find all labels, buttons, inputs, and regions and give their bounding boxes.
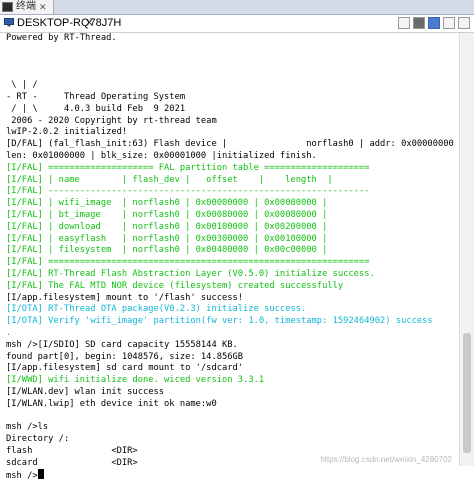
- terminal-line: Directory /:: [6, 434, 70, 445]
- terminal-line: [I/app.filesystem] sd card mount to '/sd…: [6, 363, 244, 374]
- title-close-icon[interactable]: ✕: [85, 16, 93, 31]
- terminal-icon: [2, 2, 13, 12]
- terminal-line: [I/FAL] | wifi_image | norflash0 | 0x000…: [6, 198, 328, 209]
- terminal-line: [I/WLAN.dev] wlan init success: [6, 386, 165, 397]
- terminal-line: [I/FAL] RT-Thread Flash Abstraction Laye…: [6, 268, 375, 279]
- terminal-line: msh />[I/SDIO] SD card capacity 15558144…: [6, 339, 238, 350]
- terminal-line: Powered by RT-Thread.: [6, 33, 117, 43]
- tab-terminal-label: 终端: [16, 1, 36, 12]
- terminal-toolbar: [398, 17, 470, 29]
- terminal-line: / | \ 4.0.3 build Feb 9 2021: [6, 103, 186, 114]
- terminal-line: - RT - Thread Operating System: [6, 91, 186, 102]
- terminal-line: [I/FAL] | download | norflash0 | 0x00100…: [6, 221, 328, 232]
- tab-terminal[interactable]: 终端 ✕: [0, 0, 54, 14]
- terminal-line: [I/FAL] | bt_image | norflash0 | 0x00080…: [6, 209, 328, 220]
- terminal-line: [I/WLAN.lwip] eth device init ok name:w0: [6, 398, 217, 409]
- terminal-line: len: 0x01000000 | blk_size: 0x00001000 |…: [6, 150, 317, 161]
- prompt-line: msh />: [6, 469, 454, 481]
- terminal-line: [I/FAL] | name | flash_dev | offset | le…: [6, 174, 333, 185]
- minimize-button[interactable]: [443, 17, 455, 29]
- terminal-line: 2006 - 2020 Copyright by rt-thread team: [6, 115, 217, 126]
- terminal-line: [I/FAL] | filesystem | norflash0 | 0x004…: [6, 245, 328, 256]
- monitor-icon: [4, 18, 14, 27]
- terminal-title: DESKTOP-RQ78J7H: [17, 17, 122, 29]
- terminal-line: [I/WWD] wifi initialize done. wiced vers…: [6, 375, 265, 386]
- text-cursor: [37, 469, 44, 480]
- terminal-line: \ | /: [6, 80, 38, 91]
- watermark: https://blog.csdn.net/weixin_4280702: [320, 455, 452, 464]
- terminal-line: [I/OTA] RT-Thread OTA package(V0.2.3) in…: [6, 304, 307, 315]
- terminal-line: [D/FAL] (fal_flash_init:63) Flash device…: [6, 139, 454, 150]
- vertical-scrollbar[interactable]: [459, 33, 474, 466]
- shell-prompt: msh />: [6, 471, 38, 481]
- maximize-button[interactable]: [458, 17, 470, 29]
- terminal-line: [I/app.filesystem] mount to '/flash' suc…: [6, 292, 244, 303]
- terminal-line: lwIP-2.0.2 initialized!: [6, 127, 128, 138]
- scroll-lock-button[interactable]: [398, 17, 410, 29]
- terminal-line: [I/FAL] ================================…: [6, 257, 370, 268]
- connect-button[interactable]: [413, 17, 425, 29]
- tab-close-icon[interactable]: ✕: [39, 0, 47, 14]
- terminal-line: [I/FAL] --------------------------------…: [6, 186, 370, 197]
- terminal-title-bar: DESKTOP-RQ78J7H ✕: [0, 15, 474, 33]
- terminal-line: [I/FAL] | easyflash | norflash0 | 0x0030…: [6, 233, 328, 244]
- terminal-line: msh />ls: [6, 422, 49, 433]
- terminal-line: .: [6, 327, 12, 338]
- terminal-line: found part[0], begin: 1048576, size: 14.…: [6, 351, 244, 362]
- scrollbar-thumb[interactable]: [463, 333, 471, 453]
- terminal-line: [I/OTA] Verify 'wifi_image' partition(fw…: [6, 316, 433, 327]
- terminal-line: [I/FAL] ==================== FAL partiti…: [6, 162, 370, 173]
- terminal-line: [I/FAL] The FAL MTD NOR device (filesyst…: [6, 280, 344, 291]
- terminal-output[interactable]: Powered by RT-Thread. \ | / - RT - Thread…: [6, 33, 454, 481]
- tab-bar: 终端 ✕: [0, 0, 474, 15]
- settings-button[interactable]: [428, 17, 440, 29]
